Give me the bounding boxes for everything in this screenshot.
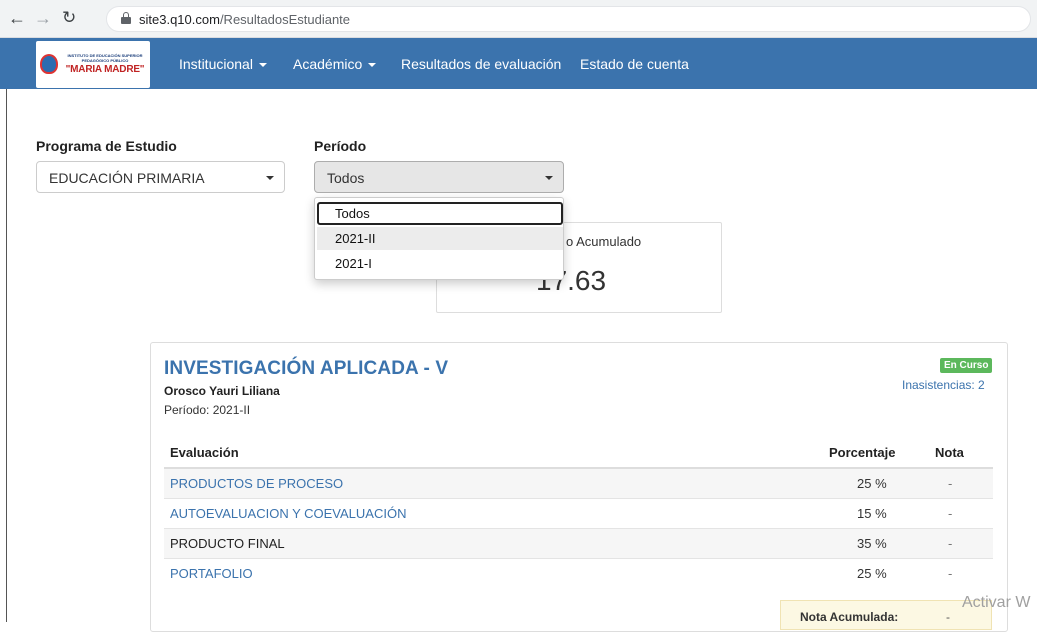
evaluation-link[interactable]: PORTAFOLIO <box>170 566 253 581</box>
percentage-value: 25 % <box>857 476 887 491</box>
period-dropdown-list: Todos 2021-II 2021-I <box>314 197 564 280</box>
period-option-2021-ii[interactable]: 2021-II <box>317 227 563 250</box>
evaluation-link[interactable]: AUTOEVALUACION Y COEVALUACIÓN <box>170 506 406 521</box>
student-name: Orosco Yauri Liliana <box>164 384 280 398</box>
nav-item-label: Académico <box>293 56 363 72</box>
nav-item-label: Resultados de evaluación <box>401 56 562 72</box>
percentage-value: 35 % <box>857 536 887 551</box>
percentage-value: 15 % <box>857 506 887 521</box>
table-row: PORTAFOLIO 25 % - <box>164 559 993 589</box>
nav-item-academico[interactable]: Académico <box>293 56 377 72</box>
logo-title: "MARIA MADRE" <box>65 64 145 75</box>
period-option-2021-i[interactable]: 2021-I <box>317 252 563 275</box>
period-option-todos[interactable]: Todos <box>317 202 563 225</box>
grade-value: - <box>948 476 953 491</box>
table-row: AUTOEVALUACION Y COEVALUACIÓN 15 % - <box>164 499 993 529</box>
nav-item-institucional[interactable]: Institucional <box>179 56 267 72</box>
reload-icon[interactable]: ↻ <box>62 9 76 27</box>
emblem-icon <box>40 54 58 74</box>
chevron-down-icon <box>545 176 553 180</box>
percentage-value: 25 % <box>857 566 887 581</box>
arrow-right-icon[interactable]: → <box>34 9 52 27</box>
caret-down-icon <box>368 63 377 67</box>
windows-activation-watermark: Activar W <box>962 594 1031 611</box>
browser-toolbar: ← → ↻ site3.q10.com/ResultadosEstudiante <box>0 0 1037 38</box>
table-row: PRODUCTOS DE PROCESO 25 % - <box>164 469 993 499</box>
arrow-left-icon[interactable]: ← <box>8 9 26 27</box>
header-evaluation: Evaluación <box>170 445 239 460</box>
nav-item-estado-cuenta[interactable]: Estado de cuenta <box>580 56 689 72</box>
program-label: Programa de Estudio <box>36 138 177 154</box>
grade-value: - <box>948 536 953 551</box>
table-row: PRODUCTO FINAL 35 % - <box>164 529 993 559</box>
nav-item-label: Institucional <box>179 56 253 72</box>
grade-value: - <box>948 506 953 521</box>
course-period: Período: 2021-II <box>164 403 251 417</box>
header-grade: Nota <box>935 445 964 460</box>
period-select[interactable]: Todos <box>314 161 564 193</box>
address-bar[interactable]: site3.q10.com/ResultadosEstudiante <box>106 6 1031 32</box>
evaluation-name: PRODUCTO FINAL <box>170 536 285 551</box>
chevron-down-icon <box>266 176 274 180</box>
logo-subtitle: INSTITUTO DE EDUCACIÓN SUPERIOR PEDAGÓGI… <box>67 53 143 63</box>
absences-link[interactable]: Inasistencias: 2 <box>902 378 985 392</box>
program-select-value: EDUCACIÓN PRIMARIA <box>49 170 205 186</box>
nav-item-resultados[interactable]: Resultados de evaluación <box>401 56 561 72</box>
status-badge: En Curso <box>940 358 993 373</box>
evaluation-link[interactable]: PRODUCTOS DE PROCESO <box>170 476 343 491</box>
institution-logo[interactable]: INSTITUTO DE EDUCACIÓN SUPERIOR PEDAGÓGI… <box>36 41 150 88</box>
course-title[interactable]: INVESTIGACIÓN APLICADA - V <box>164 358 448 380</box>
nav-item-label: Estado de cuenta <box>580 56 689 72</box>
lock-icon <box>121 12 131 24</box>
header-percentage: Porcentaje <box>829 445 896 460</box>
program-select[interactable]: EDUCACIÓN PRIMARIA <box>36 161 285 193</box>
caret-down-icon <box>258 63 267 67</box>
period-label: Período <box>314 138 367 154</box>
grade-value: - <box>948 566 953 581</box>
page-edge-divider <box>6 89 7 622</box>
url-text: site3.q10.com/ResultadosEstudiante <box>139 12 351 27</box>
period-select-value: Todos <box>327 170 365 186</box>
accumulated-average-label: o Acumulado <box>566 234 642 249</box>
